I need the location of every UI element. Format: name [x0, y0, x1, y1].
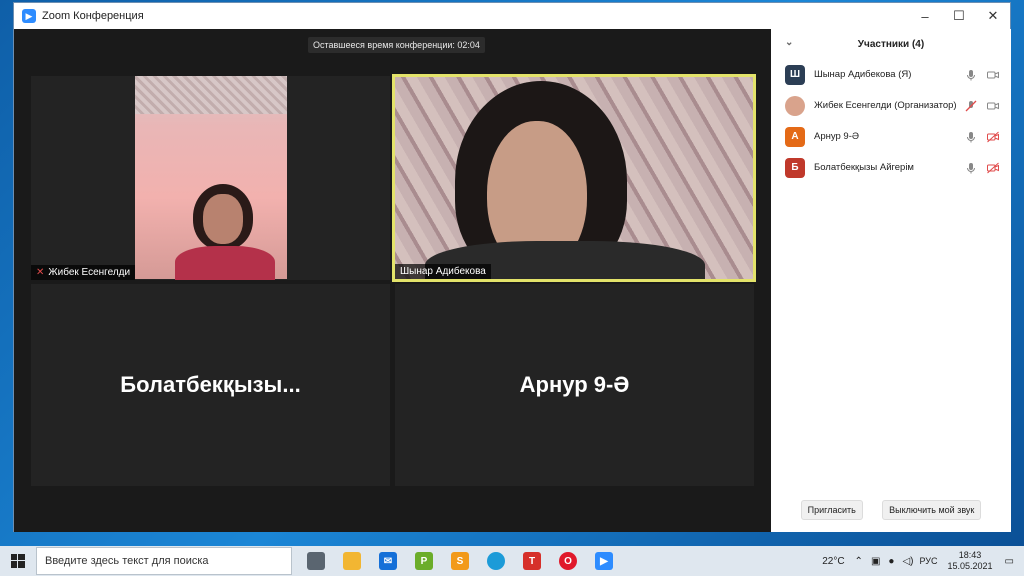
tile-name: Шынар Адибекова: [400, 266, 486, 277]
zoom-logo-icon: ▶: [22, 9, 36, 23]
participants-panel: ⌄ Участники (4) Ш Шынар Адибекова (Я) Жи…: [771, 29, 1011, 532]
window-controls: – ☐ ✕: [908, 3, 1010, 29]
avatar: Ш: [785, 64, 805, 85]
participants-list: Ш Шынар Адибекова (Я) Жибек Есенгелди (О…: [771, 59, 1011, 183]
tile-name: Жибек Есенгелди: [48, 267, 131, 278]
edge-icon[interactable]: [482, 547, 510, 575]
network-icon[interactable]: ▣: [871, 556, 880, 567]
windows-icon: [11, 554, 25, 568]
maximize-button[interactable]: ☐: [942, 3, 976, 29]
participant-name: Жибек Есенгелди (Организатор): [814, 100, 957, 111]
video-off-icon[interactable]: [987, 162, 999, 174]
notifications-icon[interactable]: ▭: [1005, 556, 1014, 567]
mail-icon[interactable]: ✉: [374, 547, 402, 575]
avatar: А: [785, 126, 805, 147]
participant-video: [135, 76, 287, 280]
tile-name-bar: Шынар Адибекова: [395, 264, 491, 279]
p-app-icon[interactable]: P: [410, 547, 438, 575]
window-title: Zoom Конференция: [42, 10, 144, 22]
microphone-icon[interactable]: ●: [888, 556, 894, 567]
language-indicator[interactable]: РУС: [919, 556, 937, 566]
participants-title: Участники (4): [857, 38, 925, 50]
taskbar-apps: ✉ P S T O ▶: [302, 547, 618, 575]
tile-name-placeholder: Болатбекқызы...: [120, 372, 301, 397]
zoom-window: ▶ Zoom Конференция – ☐ ✕ Оставшееся врем…: [13, 2, 1011, 532]
chevron-up-icon[interactable]: ⌃: [855, 556, 863, 567]
mic-muted-icon: ✕: [36, 267, 45, 278]
mic-muted-icon[interactable]: [965, 100, 977, 112]
chevron-down-icon[interactable]: ⌄: [785, 37, 793, 48]
meeting-timer: Оставшееся время конференции: 02:04: [308, 37, 485, 53]
participant-row[interactable]: Ш Шынар Адибекова (Я): [771, 59, 1011, 90]
weather-temperature[interactable]: 22°C: [822, 556, 844, 567]
avatar: [785, 95, 805, 116]
participant-row[interactable]: Б Болатбекқызы Айгерім: [771, 152, 1011, 183]
invite-button[interactable]: Пригласить: [800, 500, 863, 520]
start-button[interactable]: [0, 546, 36, 576]
opera-icon[interactable]: O: [554, 547, 582, 575]
close-button[interactable]: ✕: [976, 3, 1010, 29]
zoom-icon[interactable]: ▶: [590, 547, 618, 575]
task-view-icon[interactable]: [302, 547, 330, 575]
participant-name: Шынар Адибекова (Я): [814, 69, 912, 80]
video-tile-3[interactable]: Болатбекқызы...: [31, 284, 390, 486]
video-camera-icon[interactable]: [987, 100, 999, 112]
video-tile-2[interactable]: Шынар Адибекова: [392, 74, 756, 282]
participant-row[interactable]: А Арнур 9-Ә: [771, 121, 1011, 152]
video-tile-4[interactable]: Арнур 9-Ә: [395, 284, 754, 486]
t-app-icon[interactable]: T: [518, 547, 546, 575]
mute-me-button[interactable]: Выключить мой звук: [882, 500, 982, 520]
taskbar: Введите здесь текст для поиска ✉ P S T O…: [0, 546, 1024, 576]
search-placeholder: Введите здесь текст для поиска: [45, 555, 209, 567]
mic-icon[interactable]: [965, 162, 977, 174]
participant-name: Болатбекқызы Айгерім: [814, 162, 914, 173]
meeting-area: Оставшееся время конференции: 02:04 ✕ Жи…: [14, 29, 771, 532]
participant-name: Арнур 9-Ә: [814, 131, 860, 142]
tile-name-placeholder: Арнур 9-Ә: [519, 372, 630, 397]
mic-icon[interactable]: [965, 131, 977, 143]
file-explorer-icon[interactable]: [338, 547, 366, 575]
clock-time: 18:43: [958, 550, 982, 560]
taskbar-search-box[interactable]: Введите здесь текст для поиска: [36, 547, 292, 575]
video-camera-icon[interactable]: [987, 69, 999, 81]
participants-header: ⌄ Участники (4): [771, 29, 1011, 59]
title-bar: ▶ Zoom Конференция – ☐ ✕: [14, 3, 1010, 29]
volume-icon[interactable]: ◁): [902, 556, 913, 567]
minimize-button[interactable]: –: [908, 3, 942, 29]
participants-footer: Пригласить Выключить мой звук: [771, 500, 1011, 520]
clock[interactable]: 18:43 15.05.2021: [948, 550, 993, 572]
participant-row[interactable]: Жибек Есенгелди (Организатор): [771, 90, 1011, 121]
video-tile-1[interactable]: ✕ Жибек Есенгелди: [31, 76, 390, 280]
tile-name-bar: ✕ Жибек Есенгелди: [31, 265, 136, 280]
participant-video: [395, 77, 753, 279]
video-off-icon[interactable]: [987, 131, 999, 143]
system-tray: 22°C ⌃ ▣ ● ◁) РУС 18:43 15.05.2021 ▭: [822, 546, 1024, 576]
avatar: Б: [785, 157, 805, 178]
desktop-icons-strip: [0, 0, 14, 546]
s-app-icon[interactable]: S: [446, 547, 474, 575]
mic-icon[interactable]: [965, 69, 977, 81]
clock-date: 15.05.2021: [947, 561, 993, 571]
